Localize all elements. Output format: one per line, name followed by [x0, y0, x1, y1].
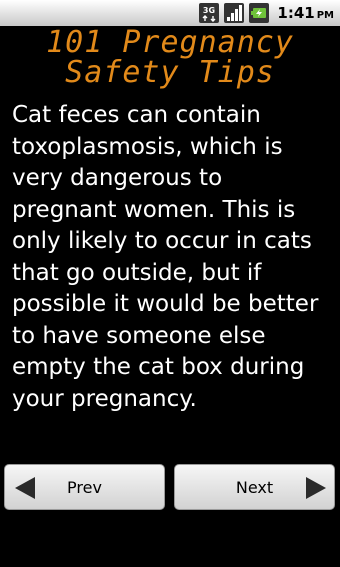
3g-data-icon: 3G: [199, 3, 220, 23]
next-button-label: Next: [235, 477, 274, 497]
arrow-right-icon: [306, 477, 326, 499]
next-button[interactable]: Next: [174, 464, 335, 510]
battery-icon: [249, 3, 270, 23]
app-title: 101 Pregnancy Safety Tips: [46, 25, 294, 90]
prev-button[interactable]: Prev: [4, 464, 165, 510]
signal-icon: [224, 3, 245, 23]
status-clock: 1:41 PM: [277, 4, 334, 22]
tip-text: Cat feces can contain toxoplasmosis, whi…: [12, 102, 319, 412]
clock-ampm: PM: [316, 10, 334, 21]
svg-text:3G: 3G: [203, 6, 215, 15]
status-bar: 3G 1:41 PM: [0, 0, 340, 26]
nav-bar: Prev Next: [0, 464, 340, 510]
prev-button-label: Prev: [67, 477, 102, 497]
clock-time: 1:41: [277, 4, 315, 22]
arrow-left-icon: [15, 477, 35, 499]
